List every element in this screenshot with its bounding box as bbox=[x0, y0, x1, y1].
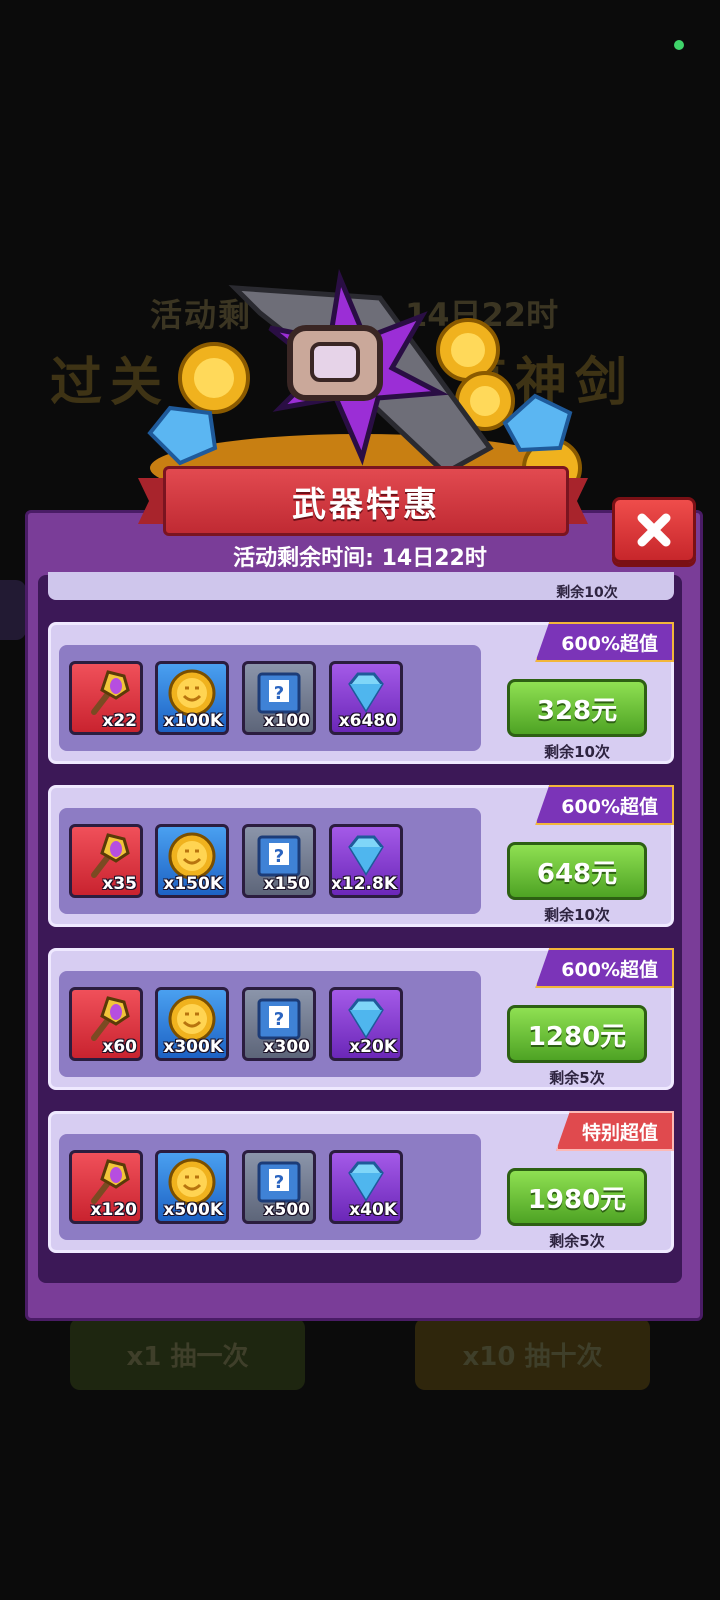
reward-item[interactable]: x35 bbox=[69, 824, 143, 898]
reward-quantity: x150 bbox=[263, 874, 310, 894]
reward-item[interactable]: ? x300 bbox=[242, 987, 316, 1061]
reward-item[interactable]: ? x500 bbox=[242, 1150, 316, 1224]
remaining-purchases: 剩余5次 bbox=[549, 1232, 605, 1250]
reward-quantity: x12.8K bbox=[330, 874, 397, 894]
partial-remaining-label: 剩余10次 bbox=[556, 585, 618, 601]
bg-side-tab bbox=[0, 580, 26, 640]
svg-text:?: ? bbox=[274, 1172, 284, 1193]
value-badge: 特别超值 bbox=[555, 1111, 674, 1151]
reward-item[interactable]: x100K bbox=[155, 661, 229, 735]
reward-quantity: x120 bbox=[90, 1200, 137, 1220]
reward-items: x120 x500K? x500 x40K bbox=[59, 1134, 481, 1240]
buy-button[interactable]: 1980元 bbox=[507, 1168, 647, 1226]
offer-card: x35 x150K? x150 x12.8K 600%超值 648元 剩余10次 bbox=[48, 785, 674, 927]
reward-item[interactable]: x500K bbox=[155, 1150, 229, 1224]
reward-quantity: x300K bbox=[163, 1037, 223, 1057]
reward-items: x60 x300K? x300 x20K bbox=[59, 971, 481, 1077]
reward-item[interactable]: x22 bbox=[69, 661, 143, 735]
reward-item[interactable]: x300K bbox=[155, 987, 229, 1061]
buy-button[interactable]: 1280元 bbox=[507, 1005, 647, 1063]
bg-draw-ten-button: x10 抽十次 bbox=[415, 1318, 650, 1390]
value-badge: 600%超值 bbox=[535, 622, 674, 662]
reward-quantity: x35 bbox=[102, 874, 137, 894]
value-badge: 600%超值 bbox=[535, 948, 674, 988]
remaining-purchases: 剩余5次 bbox=[549, 1069, 605, 1087]
reward-quantity: x300 bbox=[263, 1037, 310, 1057]
svg-text:?: ? bbox=[274, 683, 284, 704]
reward-item[interactable]: x6480 bbox=[329, 661, 403, 735]
reward-quantity: x500 bbox=[263, 1200, 310, 1220]
reward-item[interactable]: x20K bbox=[329, 987, 403, 1061]
buy-button[interactable]: 648元 bbox=[507, 842, 647, 900]
svg-text:?: ? bbox=[274, 846, 284, 867]
bg-draw-one-button: x1 抽一次 bbox=[70, 1318, 305, 1390]
reward-items: x35 x150K? x150 x12.8K bbox=[59, 808, 481, 914]
weapon-art-icon bbox=[147, 268, 582, 498]
event-timer: 活动剩余时间: 14日22时 bbox=[233, 546, 487, 571]
svg-text:?: ? bbox=[274, 1009, 284, 1030]
offer-card: x22 x100K? x100 x6480 600%超值 328元 剩余10次 bbox=[48, 622, 674, 764]
reward-quantity: x20K bbox=[349, 1037, 397, 1057]
reward-quantity: x500K bbox=[163, 1200, 223, 1220]
reward-quantity: x60 bbox=[102, 1037, 137, 1057]
reward-quantity: x40K bbox=[349, 1200, 397, 1220]
remaining-purchases: 剩余10次 bbox=[544, 743, 610, 761]
remaining-purchases: 剩余10次 bbox=[544, 906, 610, 924]
reward-quantity: x100 bbox=[263, 711, 310, 731]
reward-item[interactable]: x120 bbox=[69, 1150, 143, 1224]
reward-quantity: x150K bbox=[163, 874, 223, 894]
reward-item[interactable]: x12.8K bbox=[329, 824, 403, 898]
reward-item[interactable]: x60 bbox=[69, 987, 143, 1061]
offer-card: x60 x300K? x300 x20K 600%超值 1280元 剩余5次 bbox=[48, 948, 674, 1090]
status-dot bbox=[674, 40, 684, 50]
value-badge: 600%超值 bbox=[535, 785, 674, 825]
reward-item[interactable]: x150K bbox=[155, 824, 229, 898]
reward-item[interactable]: ? x100 bbox=[242, 661, 316, 735]
reward-item[interactable]: x40K bbox=[329, 1150, 403, 1224]
reward-quantity: x22 bbox=[102, 711, 137, 731]
dialog-title: 武器特惠 bbox=[163, 466, 569, 536]
reward-quantity: x100K bbox=[163, 711, 223, 731]
reward-items: x22 x100K? x100 x6480 bbox=[59, 645, 481, 751]
reward-item[interactable]: ? x150 bbox=[242, 824, 316, 898]
offer-card: x120 x500K? x500 x40K 特别超值 1980元 剩余5次 bbox=[48, 1111, 674, 1253]
buy-button[interactable]: 328元 bbox=[507, 679, 647, 737]
reward-quantity: x6480 bbox=[338, 711, 397, 731]
